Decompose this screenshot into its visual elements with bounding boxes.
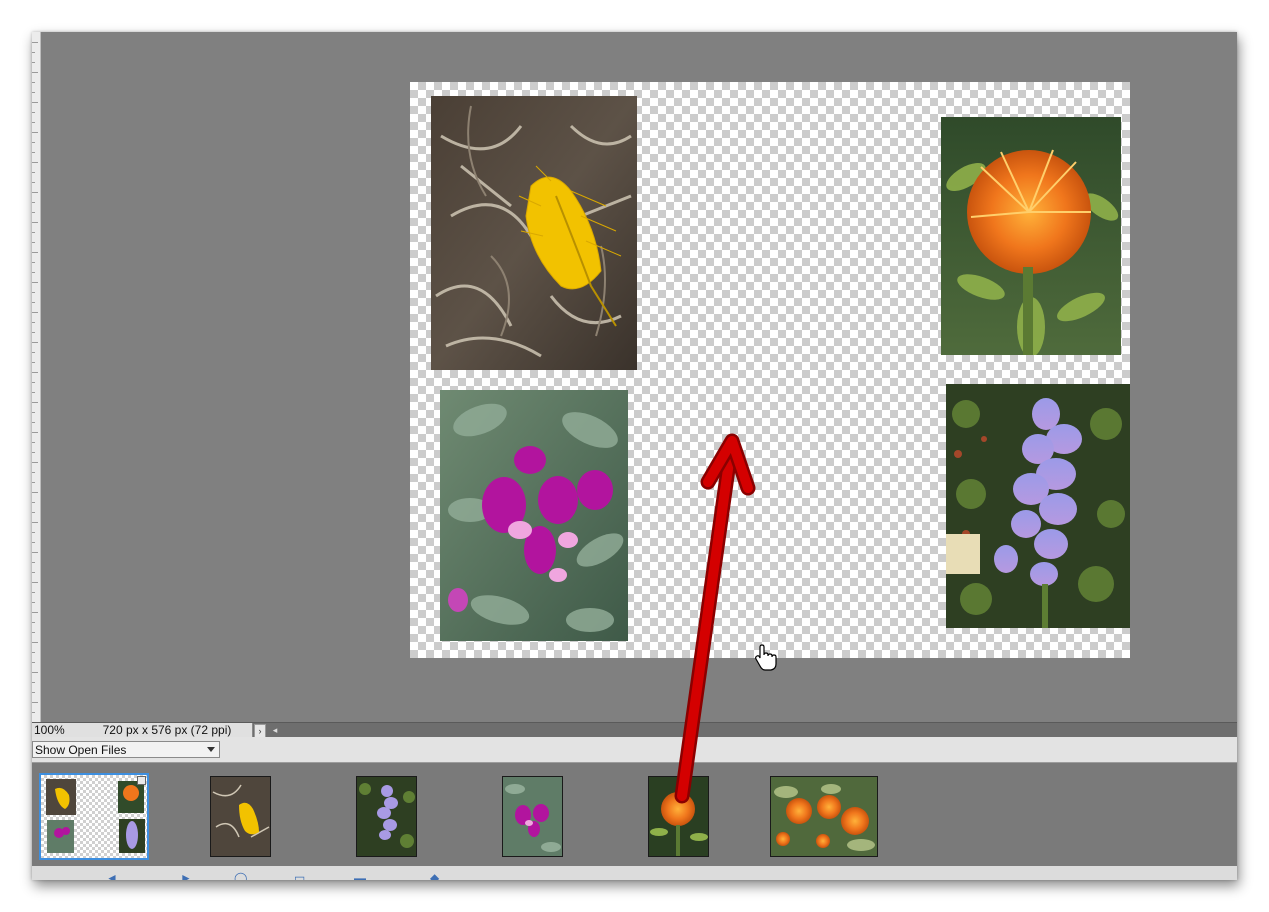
thumbnail-yellow-leaf[interactable] — [210, 776, 271, 857]
layout-icon[interactable]: ▭ — [294, 872, 305, 880]
thumbnail-orange-pincushion[interactable] — [648, 776, 709, 857]
undo-icon[interactable]: ◄ — [106, 872, 118, 880]
document-workspace[interactable] — [41, 32, 1237, 722]
scroll-left-icon[interactable]: ◂ — [270, 723, 280, 737]
organizer-icon[interactable]: ▬ — [354, 872, 366, 880]
thumbnail-magenta-sweetpea[interactable] — [502, 776, 563, 857]
show-open-files-dropdown[interactable]: Show Open Files — [32, 741, 220, 758]
redo-icon[interactable]: ► — [180, 872, 192, 880]
photo-orange-pincushion[interactable] — [941, 117, 1121, 355]
layered-file-badge-icon — [137, 776, 146, 785]
thumbnail-lavender-delphinium[interactable] — [356, 776, 417, 857]
chevron-down-icon — [207, 747, 215, 752]
thumbnail-orange-pincushion-cluster[interactable] — [770, 776, 878, 857]
document-size-info: 720 px x 576 px (72 ppi) — [82, 723, 253, 737]
bottom-toolbar: ◄ ► ◯ ▭ ▬ ◆ — [32, 866, 1237, 880]
photo-yellow-leaf[interactable] — [431, 96, 637, 370]
thumbnail-composite-layout[interactable] — [39, 773, 149, 860]
vertical-ruler — [32, 32, 41, 722]
editor-window: 100% 720 px x 576 px (72 ppi) › ◂ Show O… — [32, 32, 1237, 880]
dropdown-value: Show Open Files — [35, 743, 127, 757]
rotate-icon[interactable]: ◯ — [234, 872, 247, 880]
zoom-level-field[interactable]: 100% — [32, 723, 83, 737]
photo-bin — [32, 763, 1237, 866]
home-icon[interactable]: ◆ — [430, 872, 439, 880]
photo-magenta-sweetpea[interactable] — [440, 390, 628, 641]
transparent-canvas[interactable] — [410, 82, 1130, 658]
info-menu-arrow-icon[interactable]: › — [254, 724, 266, 738]
photo-lavender-delphinium[interactable] — [946, 384, 1130, 628]
status-bar: 100% 720 px x 576 px (72 ppi) › ◂ — [32, 722, 1237, 738]
photo-bin-toolbar: Show Open Files — [32, 737, 1237, 763]
